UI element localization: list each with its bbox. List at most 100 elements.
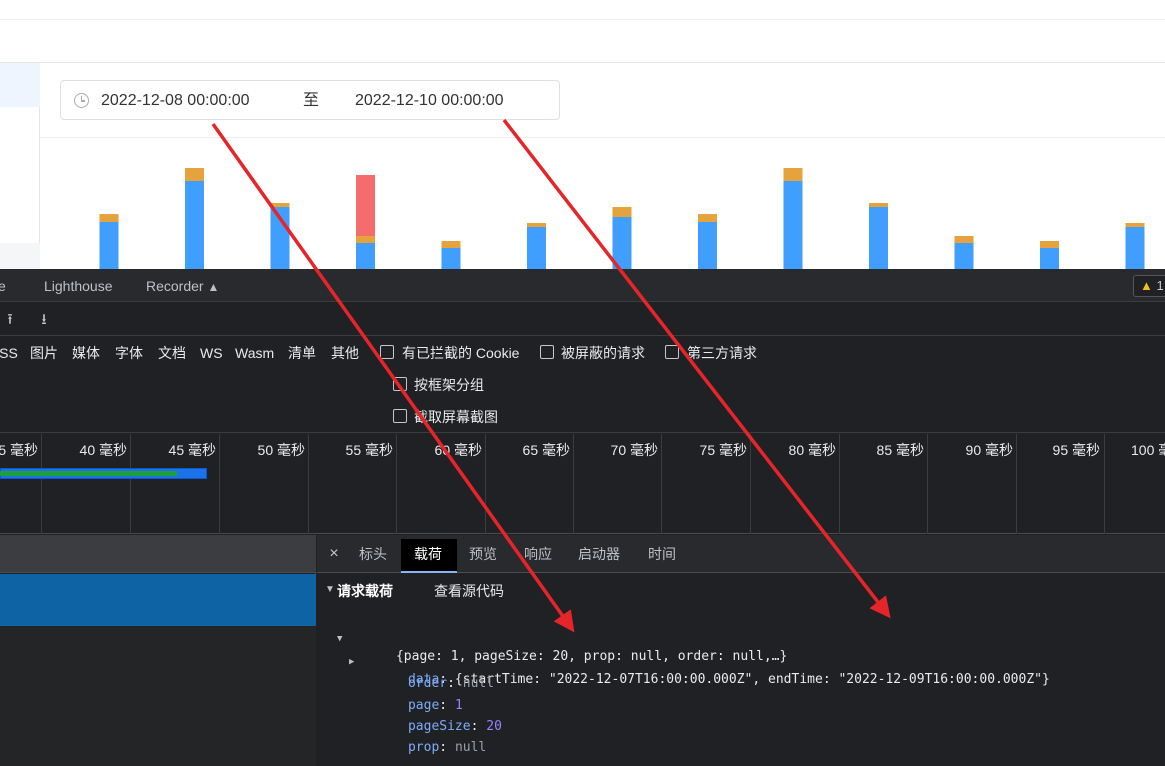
grid-line [573,434,574,534]
tab-payload[interactable]: 载荷 [414,545,442,563]
tick-label: 85 毫秒 [876,442,924,458]
payload-order-line: order: null [407,676,495,691]
group-by-frame-checkbox[interactable] [393,377,407,391]
blocked-requests-label: 被屏蔽的请求 [561,345,645,361]
sidebar-item[interactable] [0,243,40,269]
grid-line [41,434,42,534]
detail-tab-bar: × 标头 载荷 预览 响应 启动器 时间 [317,535,1165,573]
filter-media[interactable]: 媒体 [72,344,100,362]
close-icon[interactable]: × [327,546,341,562]
tick-label: 80 毫秒 [788,442,836,458]
download-icon[interactable]: ⭳ [36,311,52,329]
bar-segment-7-series-1 [612,207,632,217]
tab-headers[interactable]: 标头 [359,545,387,563]
bar-segment-9-series-1 [783,168,803,181]
clock-icon [74,93,89,108]
grid-line [396,434,397,534]
payload-data-line[interactable]: ▶ data: {startTime: "2022-12-07T16:00:00… [349,635,1050,687]
filter-ws[interactable]: WS [200,344,223,362]
tab-partial[interactable]: e [0,277,6,295]
expand-triangle-icon: ▶ [349,657,355,667]
bar-segment-6-series-0 [527,227,546,269]
payload-section-header[interactable]: ▼ 请求载荷 查看源代码 [317,581,1165,601]
warning-icon: ▲ [1140,278,1153,293]
collapse-triangle-icon: ▼ [325,584,335,595]
bar-segment-4-series-1 [356,236,375,243]
devtools-tab-bar: e Lighthouse Recorder ▲ ▲ 1 [0,269,1165,302]
request-list-body [0,626,316,766]
filter-img[interactable]: 图片 [30,344,58,362]
third-party-label: 第三方请求 [687,345,757,361]
sidebar [0,63,40,269]
upload-icon[interactable]: ⭱ [2,311,18,329]
bar-chart [99,168,1145,269]
start-time-value: "2022-12-07T16:00:00.000Z" [548,672,753,687]
warning-badge[interactable]: ▲ 1 [1133,275,1165,297]
tab-initiator[interactable]: 启动器 [578,545,620,563]
blocked-requests-checkbox[interactable] [540,345,554,359]
blocked-cookies-checkbox[interactable] [380,345,394,359]
grid-line [839,434,840,534]
payload-summary-line[interactable]: ▼ {page: 1, pageSize: 20, prop: null, or… [337,612,787,664]
group-by-frame-label: 按框架分组 [414,377,484,393]
bar-segment-3-series-0 [270,207,290,269]
start-date-input[interactable]: 2022-12-08 00:00:00 [101,91,281,111]
bar-segment-12-series-0 [1040,248,1059,269]
range-separator: 至 [302,92,319,109]
tick-label: 95 毫秒 [1052,442,1100,458]
bar-segment-10-series-1 [869,203,888,207]
bar-segment-4-series-0 [356,243,375,269]
request-row-selected[interactable] [0,574,316,626]
filter-font[interactable]: 字体 [115,344,143,362]
filter-css[interactable]: CSS [0,344,18,362]
bar-segment-11-series-1 [954,236,974,243]
capture-screenshots-label: 截取屏幕截图 [414,409,498,425]
bar-segment-4-series-2 [356,175,375,236]
bar-segment-12-series-1 [1040,241,1059,248]
request-waiting-bar [0,471,177,476]
payload-pagesize-line: pageSize: 20 [407,719,502,734]
pagesize-value: 20 [486,719,502,734]
tab-recorder[interactable]: Recorder ▲ [146,277,219,295]
app-header [0,0,1165,20]
view-source-link[interactable]: 查看源代码 [434,581,504,601]
tick-label: 50 毫秒 [257,442,305,458]
bar-segment-1-series-0 [99,222,119,269]
filter-wasm[interactable]: Wasm [235,344,274,362]
filter-manifest[interactable]: 清单 [288,344,316,362]
tab-timing[interactable]: 时间 [648,545,676,563]
bar-segment-3-series-1 [270,203,290,207]
capture-screenshots-checkbox[interactable] [393,409,407,423]
bar-segment-8-series-0 [698,222,717,269]
filter-other[interactable]: 其他 [331,344,359,362]
tick-label: 40 毫秒 [79,442,127,458]
grid-line [219,434,220,534]
network-options: 按框架分组 截取屏幕截图 [0,369,1165,433]
sidebar-item-active[interactable] [0,63,40,107]
devtools-panel: e Lighthouse Recorder ▲ ▲ 1 ⭱ ⭳ CSS 图片 媒… [0,269,1165,766]
tab-response[interactable]: 响应 [524,545,552,563]
tick-label: 45 毫秒 [168,442,216,458]
filter-doc[interactable]: 文档 [158,344,186,362]
tab-lighthouse[interactable]: Lighthouse [44,277,113,295]
app-subheader [0,20,1165,63]
end-date-input[interactable]: 2022-12-10 00:00:00 [355,91,535,111]
request-detail-pane: × 标头 载荷 预览 响应 启动器 时间 ▼ 请求载荷 查看源代码 ▼ {pag… [317,535,1165,766]
grid-line [485,434,486,534]
grid-line [927,434,928,534]
third-party-checkbox[interactable] [665,345,679,359]
tick-label: 75 毫秒 [699,442,747,458]
date-range-picker[interactable]: 2022-12-08 00:00:00 至 2022-12-10 00:00:0… [60,80,560,120]
grid-line [308,434,309,534]
tab-preview[interactable]: 预览 [469,545,497,563]
payload-prop-line: prop: null [407,740,487,755]
network-overview-timeline[interactable]: 35 毫秒 40 毫秒 45 毫秒 50 毫秒 55 毫秒 60 毫秒 65 毫… [0,434,1165,534]
grid-line [1016,434,1017,534]
bar-segment-8-series-1 [698,214,717,222]
bar-segment-2-series-1 [185,168,204,181]
filter-bar: CSS 图片 媒体 字体 文档 WS Wasm 清单 其他 有已拦截的 Cook… [0,337,1165,369]
grid-line [750,434,751,534]
tick-label: 55 毫秒 [345,442,393,458]
grid-line [130,434,131,534]
flask-icon: ▲ [207,280,220,294]
